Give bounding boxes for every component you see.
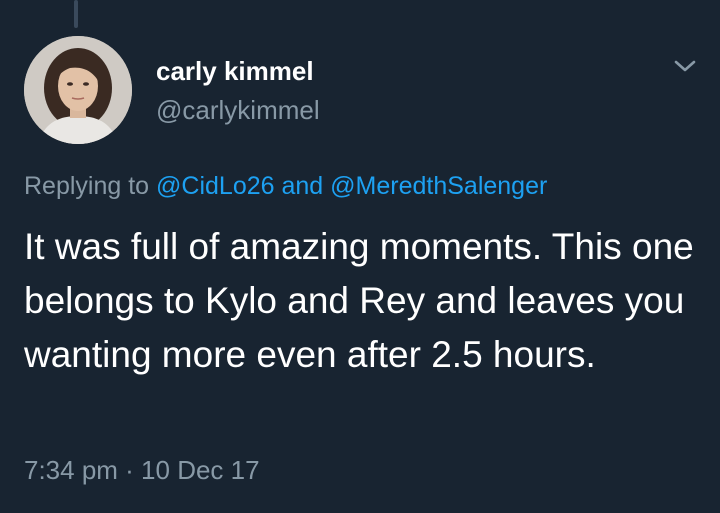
author-handle[interactable]: @carlykimmel	[156, 95, 320, 126]
mention-joiner: and	[274, 172, 331, 200]
mention-link-meredthsalenger[interactable]: @MeredthSalenger	[330, 172, 547, 200]
tweet-text: It was full of amazing moments. This one…	[24, 226, 694, 375]
thread-connector-line	[74, 0, 78, 28]
reply-context: Replying to @CidLo26 and @MeredthSalenge…	[24, 172, 547, 201]
avatar[interactable]	[24, 36, 132, 144]
chevron-down-icon[interactable]	[670, 54, 700, 78]
profile-photo-icon	[24, 36, 132, 144]
mention-link-cidlo26[interactable]: @CidLo26	[156, 172, 275, 200]
author-display-name[interactable]: carly kimmel	[156, 56, 314, 87]
tweet-timestamp[interactable]: 7:34 pm · 10 Dec 17	[24, 455, 260, 486]
reply-prefix: Replying to	[24, 172, 157, 200]
